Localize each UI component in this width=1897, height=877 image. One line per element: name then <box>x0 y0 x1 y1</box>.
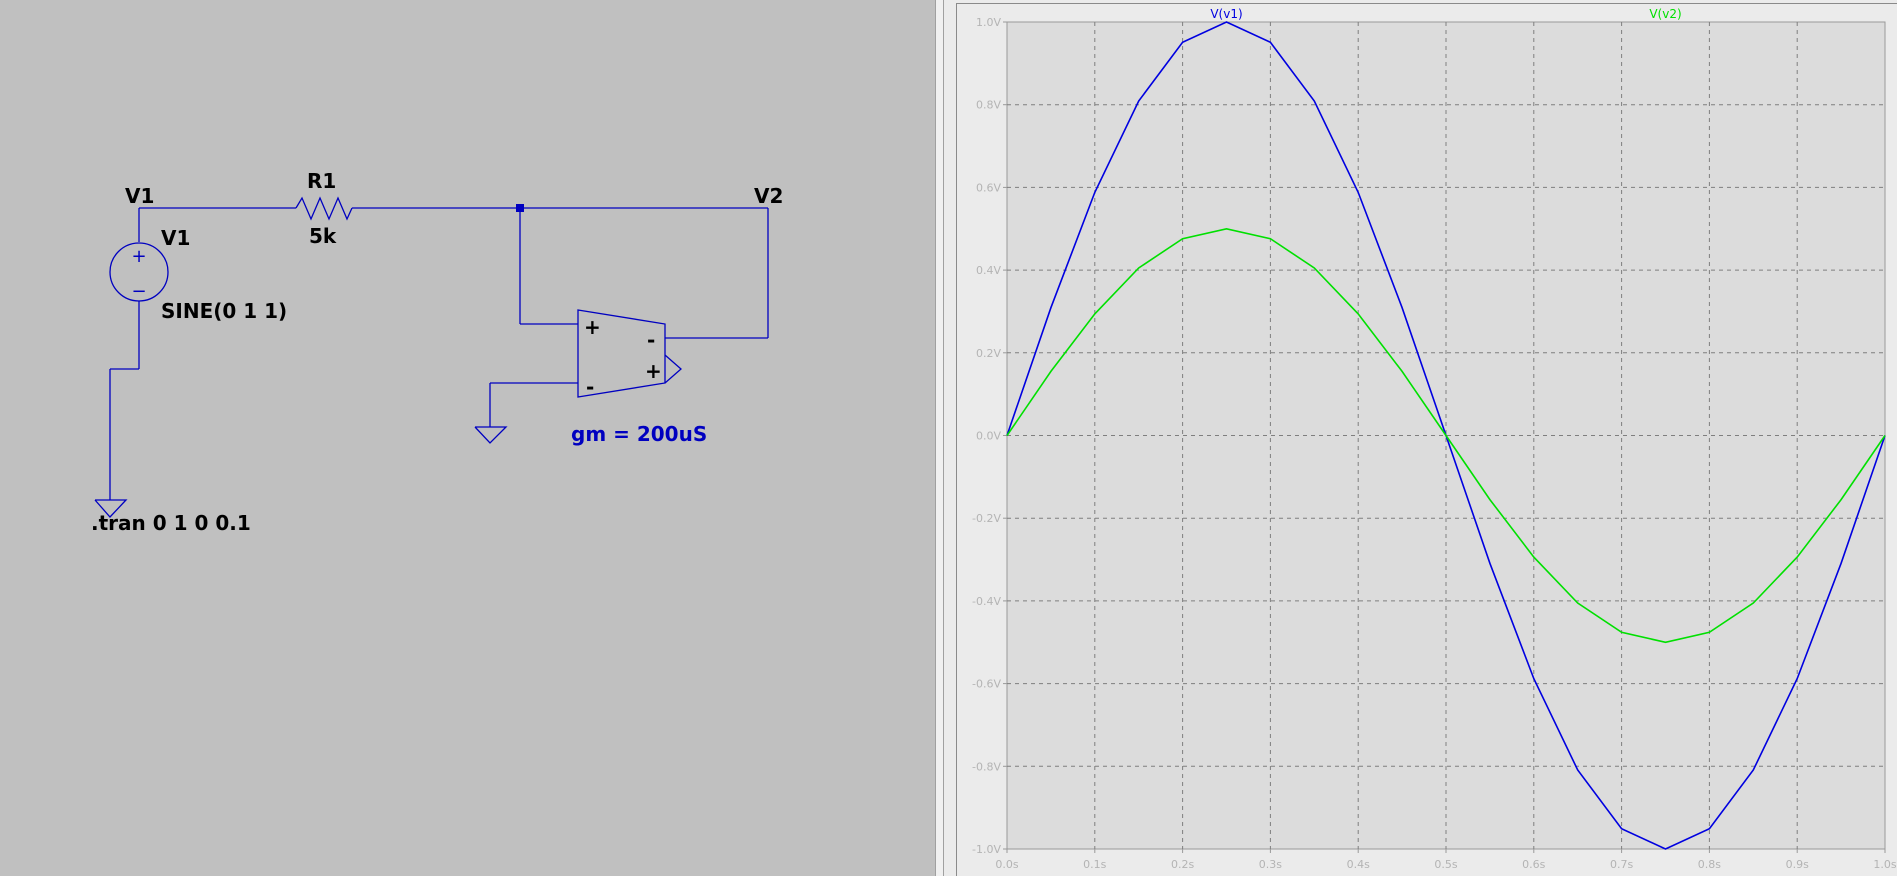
junction-dot <box>516 204 524 212</box>
y-tick-label: -0.2V <box>972 512 1001 525</box>
waveform-plot[interactable]: 0.0s 0.1s 0.2s 0.3s 0.4s 0.5s 0.6s 0.7s 0.8s 0.9s… <box>957 4 1897 877</box>
ota-pin-minus-out: - <box>647 328 655 352</box>
x-tick-label: 0.2s <box>1171 858 1194 871</box>
trace-label-vv1[interactable]: V(v1) <box>1210 7 1242 21</box>
y-tick-label: 0.8V <box>976 99 1001 112</box>
y-tick-label: -1.0V <box>972 843 1001 856</box>
trace-label-vv2[interactable]: V(v2) <box>1649 7 1681 21</box>
net-label-v1[interactable]: V1 <box>125 184 154 208</box>
source-plus-mark: + <box>131 246 146 267</box>
x-tick-label: 1.0s <box>1873 858 1896 871</box>
schematic-wires <box>94 196 769 518</box>
ota-pin-plus-in: + <box>584 315 601 339</box>
ota-pin-minus-in: - <box>586 375 594 399</box>
x-tick-label: 0.8s <box>1698 858 1721 871</box>
source-name[interactable]: V1 <box>161 226 190 250</box>
resistor-value[interactable]: 5k <box>309 224 337 248</box>
ground-symbol-right[interactable] <box>474 426 508 444</box>
y-tick-label: 1.0V <box>976 16 1001 29</box>
ota-pin-plus-out: + <box>645 359 662 383</box>
x-tick-label: 0.9s <box>1786 858 1809 871</box>
resistor-name[interactable]: R1 <box>307 169 336 193</box>
source-value[interactable]: SINE(0 1 1) <box>161 299 287 323</box>
y-tick-label: 0.0V <box>976 430 1001 443</box>
x-tick-label: 0.6s <box>1522 858 1545 871</box>
resistor-r1-symbol[interactable] <box>295 196 353 221</box>
schematic-editor[interactable]: + − V1 V2 R1 5k V1 SINE(0 1 1) + - - + g… <box>0 0 935 876</box>
x-tick-label: 0.3s <box>1259 858 1282 871</box>
y-tick-label: -0.8V <box>972 760 1001 773</box>
spice-directive[interactable]: .tran 0 1 0 0.1 <box>91 511 251 535</box>
net-label-v2[interactable]: V2 <box>754 184 783 208</box>
y-tick-label: -0.4V <box>972 595 1001 608</box>
y-tick-label: 0.6V <box>976 181 1001 194</box>
x-tick-label: 0.1s <box>1083 858 1106 871</box>
x-tick-label: 0.7s <box>1610 858 1633 871</box>
x-tick-label: 0.4s <box>1347 858 1370 871</box>
waveform-viewer[interactable]: 0.0s 0.1s 0.2s 0.3s 0.4s 0.5s 0.6s 0.7s 0.8s 0.9s… <box>944 0 1897 876</box>
y-tick-label: -0.6V <box>972 678 1001 691</box>
waveform-plot-pane[interactable]: 0.0s 0.1s 0.2s 0.3s 0.4s 0.5s 0.6s 0.7s 0.8s 0.9s… <box>956 3 1897 876</box>
ota-output-arrow <box>664 354 682 384</box>
y-tick-label: 0.2V <box>976 347 1001 360</box>
x-tick-label: 0.0s <box>995 858 1018 871</box>
source-minus-mark: − <box>131 281 146 302</box>
y-tick-label: 0.4V <box>976 264 1001 277</box>
pane-splitter[interactable] <box>935 0 944 876</box>
x-tick-label: 0.5s <box>1434 858 1457 871</box>
schematic-canvas[interactable]: + − V1 V2 R1 5k V1 SINE(0 1 1) + - - + g… <box>0 0 935 876</box>
ota-parameter[interactable]: gm = 200uS <box>571 422 707 446</box>
